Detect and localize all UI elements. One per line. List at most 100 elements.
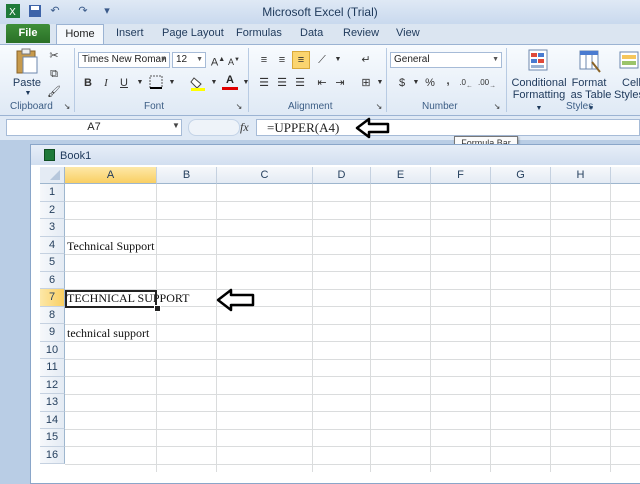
paste-dropdown-icon[interactable]: ▼ bbox=[18, 88, 38, 100]
grid-line bbox=[312, 184, 313, 472]
font-launcher-icon[interactable]: ↘ bbox=[234, 99, 244, 115]
decrease-font-icon[interactable]: A▼ bbox=[226, 52, 242, 68]
grid-line bbox=[430, 184, 431, 472]
increase-font-icon[interactable]: A▲ bbox=[210, 52, 226, 69]
format-as-table-icon[interactable] bbox=[578, 48, 602, 74]
font-family-select[interactable]: Times New Roman ▼ bbox=[78, 52, 170, 68]
tab-review[interactable]: Review bbox=[343, 27, 379, 39]
align-right-icon[interactable]: ☰ bbox=[292, 75, 308, 91]
grid-line bbox=[65, 446, 640, 447]
borders-icon[interactable] bbox=[148, 75, 164, 91]
column-header-a[interactable]: A bbox=[65, 167, 157, 184]
borders-dropdown-icon[interactable]: ▼ bbox=[164, 75, 180, 91]
comma-style-button[interactable]: , bbox=[440, 73, 456, 89]
decrease-decimal-icon[interactable]: .00→ bbox=[478, 75, 496, 91]
align-middle-icon[interactable]: ≡ bbox=[274, 52, 290, 68]
column-header-c[interactable]: C bbox=[217, 167, 313, 184]
fill-color-icon[interactable] bbox=[190, 75, 206, 91]
increase-indent-icon[interactable]: ⇥ bbox=[332, 75, 348, 91]
cell-styles-label-1[interactable]: Cell bbox=[618, 77, 640, 89]
underline-dropdown-icon[interactable]: ▼ bbox=[132, 75, 148, 91]
italic-icon[interactable]: I bbox=[98, 75, 114, 91]
insert-function-icon[interactable]: fx bbox=[240, 120, 249, 135]
copy-icon[interactable]: ⧉ bbox=[46, 66, 62, 82]
format-as-table-label-1[interactable]: Format bbox=[570, 77, 608, 89]
align-top-icon[interactable]: ≡ bbox=[256, 52, 272, 68]
name-box[interactable]: A7 bbox=[6, 119, 182, 136]
tab-data[interactable]: Data bbox=[300, 27, 323, 39]
tab-formulas[interactable]: Formulas bbox=[236, 27, 282, 39]
row-header-12[interactable]: 12 bbox=[40, 376, 65, 394]
align-bottom-icon[interactable]: ≡ bbox=[292, 51, 310, 69]
fill-handle[interactable] bbox=[154, 305, 161, 312]
formula-input[interactable]: =UPPER(A4) bbox=[256, 119, 640, 136]
conditional-formatting-icon[interactable] bbox=[527, 48, 551, 74]
column-header-h[interactable]: H bbox=[551, 167, 611, 184]
increase-decimal-icon[interactable]: .0← bbox=[458, 75, 474, 91]
decrease-indent-icon[interactable]: ⇤ bbox=[314, 75, 330, 91]
styles-group-label: Styles bbox=[566, 101, 594, 112]
align-center-icon[interactable]: ☰ bbox=[274, 75, 290, 91]
fill-color-dropdown-icon[interactable]: ▼ bbox=[206, 75, 222, 91]
row-header-7[interactable]: 7 bbox=[40, 289, 65, 307]
name-box-dropdown-icon[interactable]: ▼ bbox=[172, 121, 180, 130]
number-format-select[interactable]: General ▼ bbox=[390, 52, 502, 68]
column-header-partial[interactable] bbox=[611, 167, 640, 184]
active-cell-border[interactable] bbox=[65, 290, 157, 308]
tab-home[interactable]: Home bbox=[56, 24, 104, 44]
row-header-15[interactable]: 15 bbox=[40, 429, 65, 447]
row-header-6[interactable]: 6 bbox=[40, 271, 65, 289]
select-all-button[interactable] bbox=[40, 167, 65, 184]
conditional-formatting-label-1[interactable]: Conditional bbox=[508, 77, 570, 89]
column-header-b[interactable]: B bbox=[157, 167, 217, 184]
cell-styles-label-2[interactable]: Styles bbox=[614, 89, 640, 101]
font-color-dropdown-icon[interactable]: ▼ bbox=[238, 75, 254, 91]
row-header-2[interactable]: 2 bbox=[40, 201, 65, 219]
grid-line bbox=[65, 323, 640, 325]
tab-file[interactable]: File bbox=[6, 24, 50, 43]
alignment-group-label: Alignment bbox=[288, 101, 333, 112]
column-header-f[interactable]: F bbox=[431, 167, 491, 184]
column-header-e[interactable]: E bbox=[371, 167, 431, 184]
grid-line bbox=[65, 358, 640, 360]
wrap-text-icon[interactable]: ↵ bbox=[358, 52, 374, 68]
percent-style-button[interactable]: % bbox=[422, 75, 438, 91]
cell-a4[interactable]: Technical Support bbox=[67, 239, 154, 254]
orientation-icon[interactable]: ⟋ bbox=[314, 52, 330, 68]
conditional-formatting-label-2[interactable]: Formatting ▼ bbox=[508, 89, 570, 115]
tab-view[interactable]: View bbox=[396, 27, 420, 39]
grid-line bbox=[65, 271, 640, 272]
row-header-3[interactable]: 3 bbox=[40, 219, 65, 237]
bold-icon[interactable]: B bbox=[80, 75, 96, 91]
row-header-9[interactable]: 9 bbox=[40, 324, 65, 342]
number-launcher-icon[interactable]: ↘ bbox=[492, 99, 502, 115]
row-header-8[interactable]: 8 bbox=[40, 306, 65, 324]
cell-styles-icon[interactable] bbox=[618, 48, 640, 74]
tab-insert[interactable]: Insert bbox=[116, 27, 144, 39]
paste-icon[interactable] bbox=[14, 48, 40, 76]
grid-line bbox=[65, 201, 640, 202]
alignment-launcher-icon[interactable]: ↘ bbox=[374, 99, 384, 115]
row-header-1[interactable]: 1 bbox=[40, 184, 65, 202]
tab-page-layout[interactable]: Page Layout bbox=[162, 27, 224, 39]
row-header-10[interactable]: 10 bbox=[40, 341, 65, 359]
row-header-11[interactable]: 11 bbox=[40, 359, 65, 377]
cell-a9[interactable]: technical support bbox=[67, 326, 149, 341]
font-size-select[interactable]: 12 ▼ bbox=[172, 52, 206, 68]
clipboard-launcher-icon[interactable]: ↘ bbox=[62, 99, 72, 115]
underline-icon[interactable]: U bbox=[116, 75, 132, 91]
row-header-14[interactable]: 14 bbox=[40, 411, 65, 429]
column-header-d[interactable]: D bbox=[313, 167, 371, 184]
row-header-13[interactable]: 13 bbox=[40, 394, 65, 412]
row-header-5[interactable]: 5 bbox=[40, 254, 65, 272]
cut-icon[interactable]: ✂ bbox=[46, 48, 62, 64]
row-header-4[interactable]: 4 bbox=[40, 236, 65, 254]
format-painter-icon[interactable]: 🖌 bbox=[46, 84, 62, 100]
column-header-g[interactable]: G bbox=[491, 167, 551, 184]
orientation-dropdown-icon[interactable]: ▼ bbox=[330, 52, 346, 68]
row-header-16[interactable]: 16 bbox=[40, 446, 65, 464]
window-title: Microsoft Excel (Trial) bbox=[262, 5, 378, 19]
font-color-icon[interactable]: A bbox=[222, 74, 238, 90]
align-left-icon[interactable]: ☰ bbox=[256, 75, 272, 91]
grid-line bbox=[65, 393, 640, 395]
